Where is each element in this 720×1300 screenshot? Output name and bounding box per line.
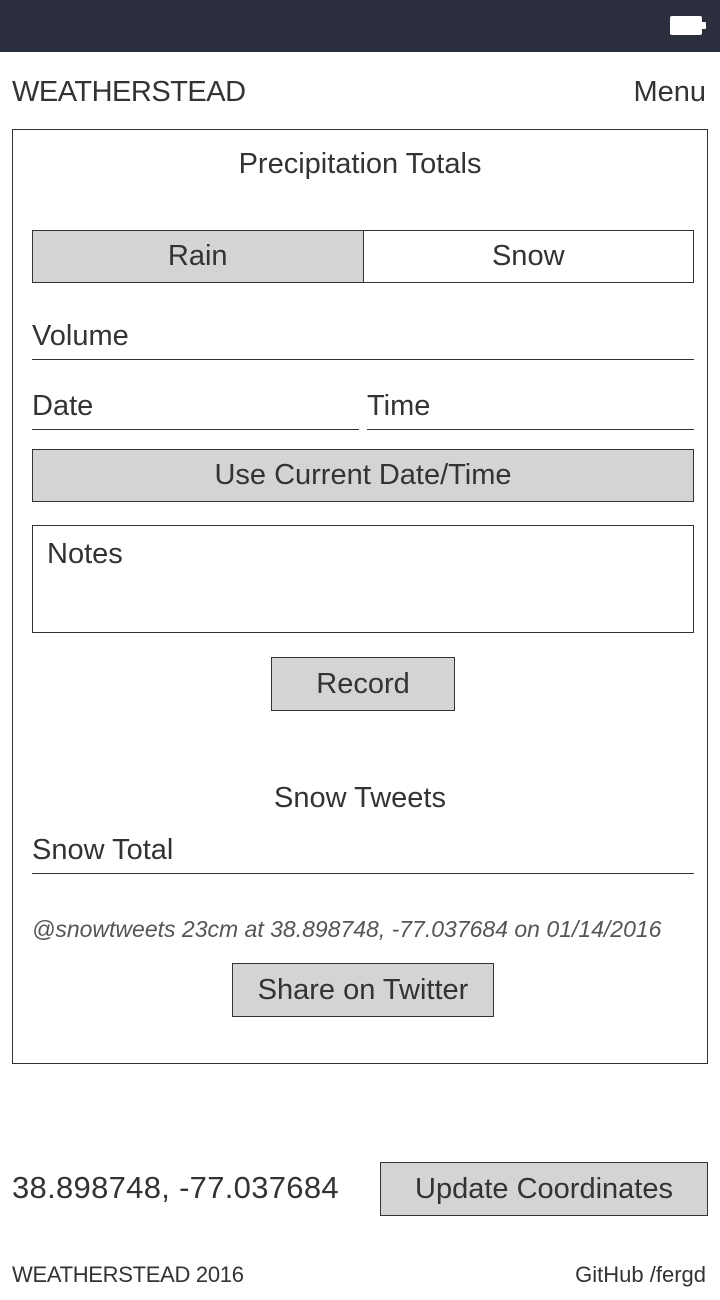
time-field	[367, 388, 694, 430]
snow-total-input[interactable]	[32, 834, 694, 867]
app-header: WEATHERSTEAD Menu	[12, 76, 708, 116]
footer-copyright: WEATHERSTEAD 2016	[12, 1262, 244, 1287]
precip-type-toggle: Rain Snow	[32, 230, 694, 283]
precipitation-title: Precipitation Totals	[238, 148, 482, 180]
rain-toggle-option[interactable]: Rain	[33, 231, 364, 282]
github-link[interactable]: GitHub /fergd	[575, 1262, 706, 1288]
main-panel: Precipitation Totals Rain Snow Use Curre…	[12, 129, 708, 1064]
battery-icon	[670, 16, 706, 35]
notes-box	[32, 525, 694, 633]
use-current-datetime-button[interactable]: Use Current Date/Time	[32, 449, 694, 502]
share-on-twitter-button[interactable]: Share on Twitter	[232, 963, 494, 1017]
date-input[interactable]	[32, 390, 359, 423]
date-field	[32, 388, 359, 430]
coordinates-readout: 38.898748, -77.037684	[12, 1170, 339, 1205]
menu-button[interactable]: Menu	[633, 76, 706, 109]
app-brand: WEATHERSTEAD	[12, 76, 246, 108]
update-coordinates-button[interactable]: Update Coordinates	[380, 1162, 708, 1216]
snow-total-field	[32, 832, 694, 874]
time-input[interactable]	[367, 390, 694, 423]
record-button[interactable]: Record	[271, 657, 455, 711]
snow-toggle-option[interactable]: Snow	[364, 231, 694, 282]
tweet-preview: @snowtweets 23cm at 38.898748, -77.03768…	[32, 916, 662, 942]
notes-input[interactable]	[33, 526, 693, 632]
volume-input[interactable]	[32, 320, 694, 353]
status-bar	[0, 0, 720, 52]
snow-tweets-title: Snow Tweets	[274, 782, 446, 814]
volume-field	[32, 318, 694, 360]
